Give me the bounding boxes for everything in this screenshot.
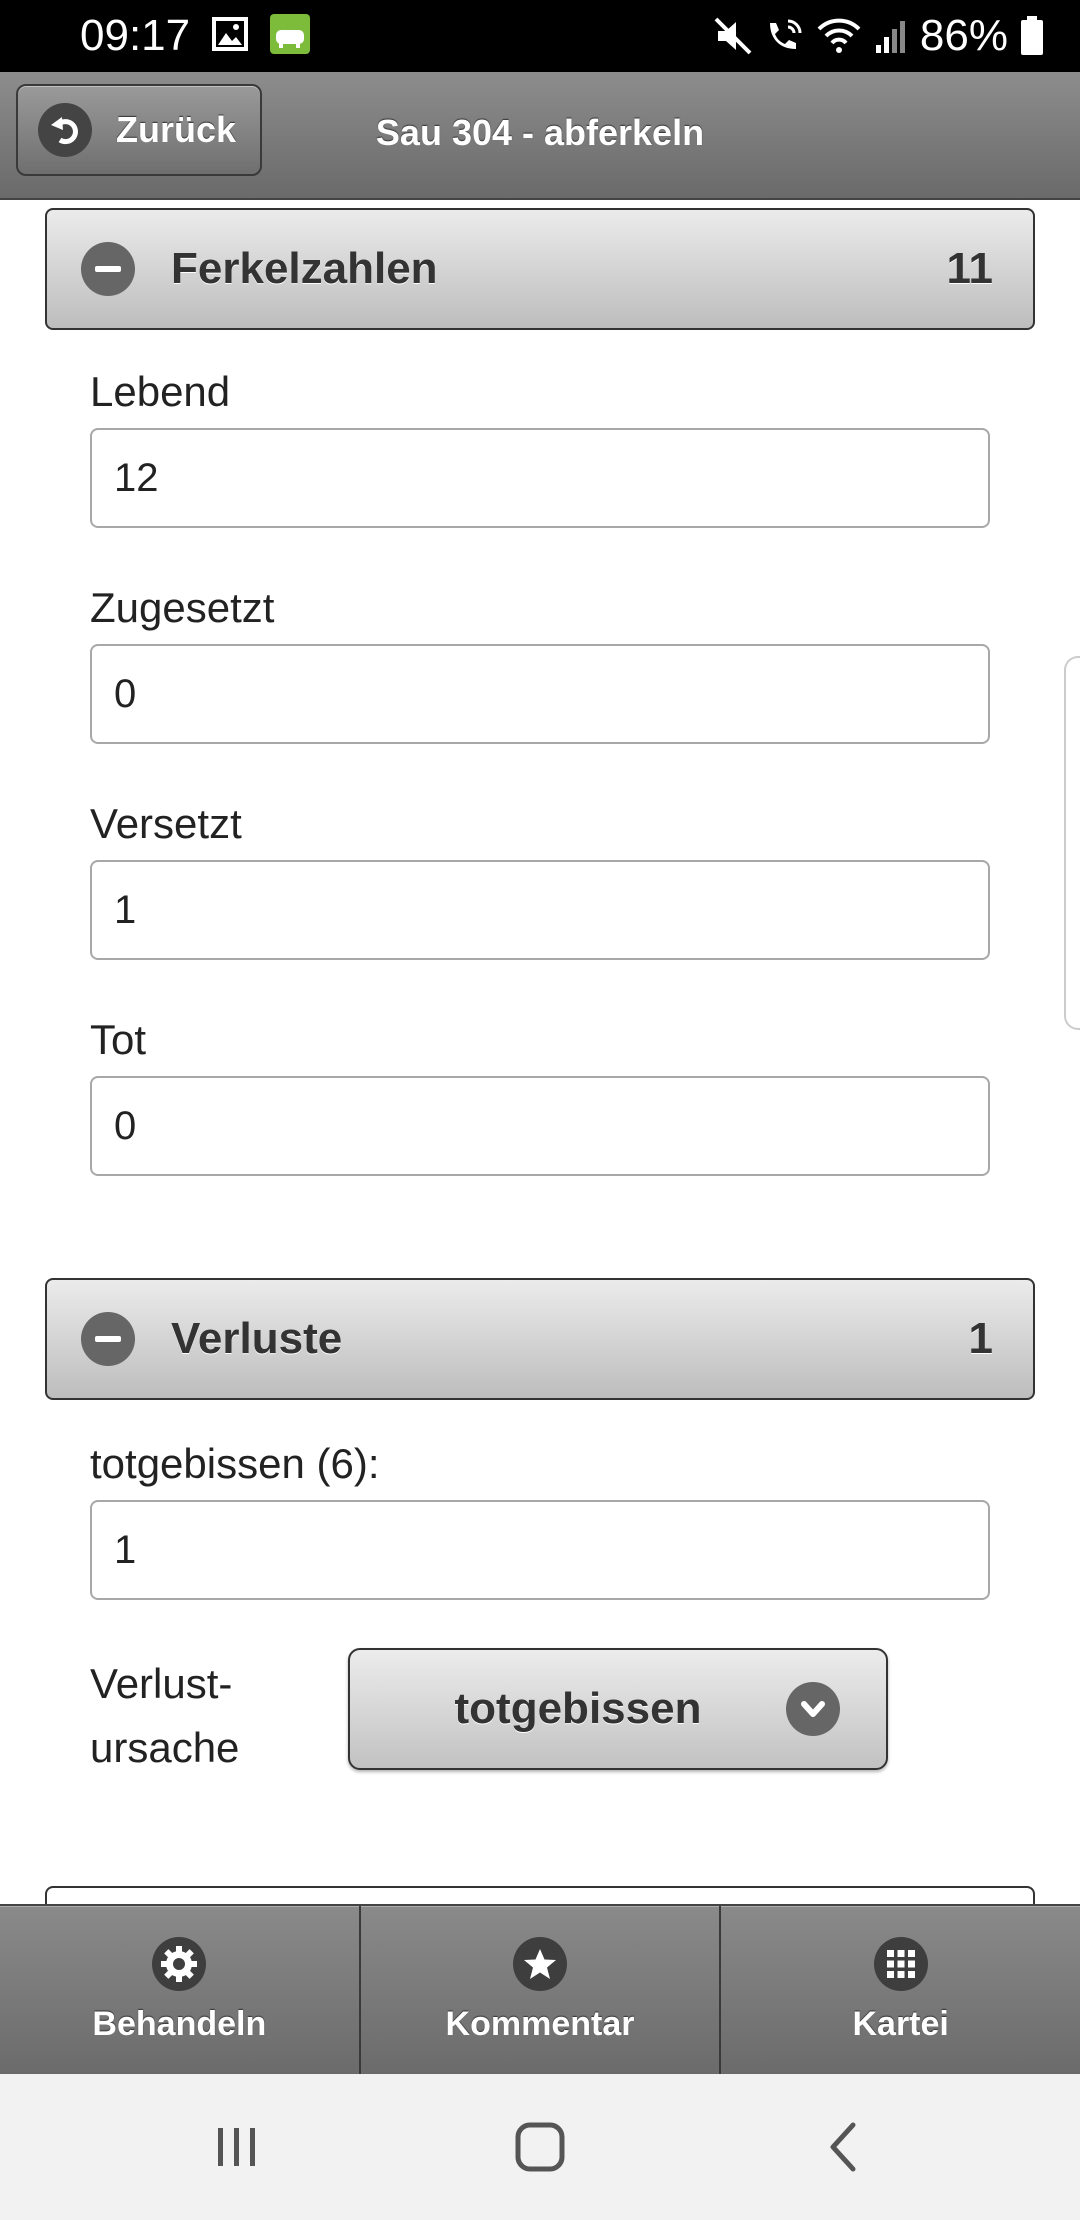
field-label-lebend: Lebend [90, 368, 231, 415]
nav-item-behandeln[interactable]: Behandeln [0, 1906, 361, 2074]
field-label-totgebissen: totgebissen (6): [90, 1440, 380, 1487]
zugesetzt-input[interactable] [90, 644, 990, 744]
home-button[interactable] [505, 2112, 575, 2182]
wifi-icon [817, 18, 861, 53]
field-label-zugesetzt: Zugesetzt [90, 584, 275, 631]
system-navigation-bar [0, 2074, 1080, 2220]
back-system-button[interactable] [808, 2112, 878, 2182]
nav-label: Behandeln [92, 2004, 267, 2043]
section-title: Ferkelzahlen [171, 244, 438, 293]
totgebissen-input[interactable] [90, 1500, 990, 1600]
next-section-header-partial[interactable] [45, 1886, 1035, 1904]
scroll-indicator[interactable] [1064, 656, 1080, 1030]
verlustursache-select[interactable]: totgebissen [348, 1648, 888, 1770]
battery-icon [1021, 16, 1043, 55]
gear-icon [152, 1936, 207, 1991]
status-left-icons [212, 14, 310, 54]
section-count: 1 [968, 1314, 993, 1363]
header-bar: Zurück Sau 304 - abferkeln [0, 72, 1080, 200]
field-label-tot: Tot [90, 1016, 147, 1063]
verlustursache-label-line2: ursache [90, 1724, 240, 1771]
verlustursache-label: Verlust- ursache [90, 1652, 239, 1780]
lebend-input[interactable] [90, 428, 990, 528]
recent-apps-button[interactable] [202, 2112, 272, 2182]
main-content[interactable]: Ferkelzahlen 11 Lebend Zugesetzt Versetz… [0, 200, 1080, 1904]
mute-icon [714, 17, 752, 55]
battery-percent: 86% [919, 11, 1008, 60]
bottom-navbar: Behandeln Kommentar Kartei [0, 1904, 1080, 2074]
nav-item-kartei[interactable]: Kartei [721, 1906, 1080, 2074]
chevron-down-icon [786, 1682, 840, 1736]
status-time: 09:17 [80, 11, 191, 60]
section-count: 11 [946, 244, 993, 293]
grid-icon [873, 1936, 928, 1991]
verlustursache-label-line1: Verlust- [90, 1660, 233, 1707]
field-label-versetzt: Versetzt [90, 800, 242, 847]
verlustursache-selected-value: totgebissen [454, 1684, 702, 1733]
collapse-minus-icon [81, 1312, 135, 1366]
tot-input[interactable] [90, 1076, 990, 1176]
status-right-icons: 86% [714, 12, 1044, 60]
app-notification-icon [270, 14, 310, 54]
section-title: Verluste [171, 1314, 343, 1363]
home-icon [515, 2122, 565, 2172]
collapse-minus-icon [81, 242, 135, 296]
signal-icon [875, 21, 905, 53]
nav-label: Kommentar [445, 2004, 635, 2043]
nav-item-kommentar[interactable]: Kommentar [361, 1906, 722, 2074]
recent-apps-icon [218, 2128, 255, 2166]
star-icon [513, 1936, 567, 1991]
section-header-ferkelzahlen[interactable]: Ferkelzahlen 11 [45, 208, 1035, 330]
wifi-call-icon [769, 19, 802, 49]
gallery-notification-icon [212, 17, 248, 51]
page-title: Sau 304 - abferkeln [375, 112, 705, 153]
back-chevron-icon [830, 2122, 856, 2172]
status-bar: 09:17 86% [0, 0, 1080, 72]
versetzt-input[interactable] [90, 860, 990, 960]
section-header-verluste[interactable]: Verluste 1 [45, 1278, 1035, 1400]
nav-label: Kartei [852, 2004, 949, 2043]
